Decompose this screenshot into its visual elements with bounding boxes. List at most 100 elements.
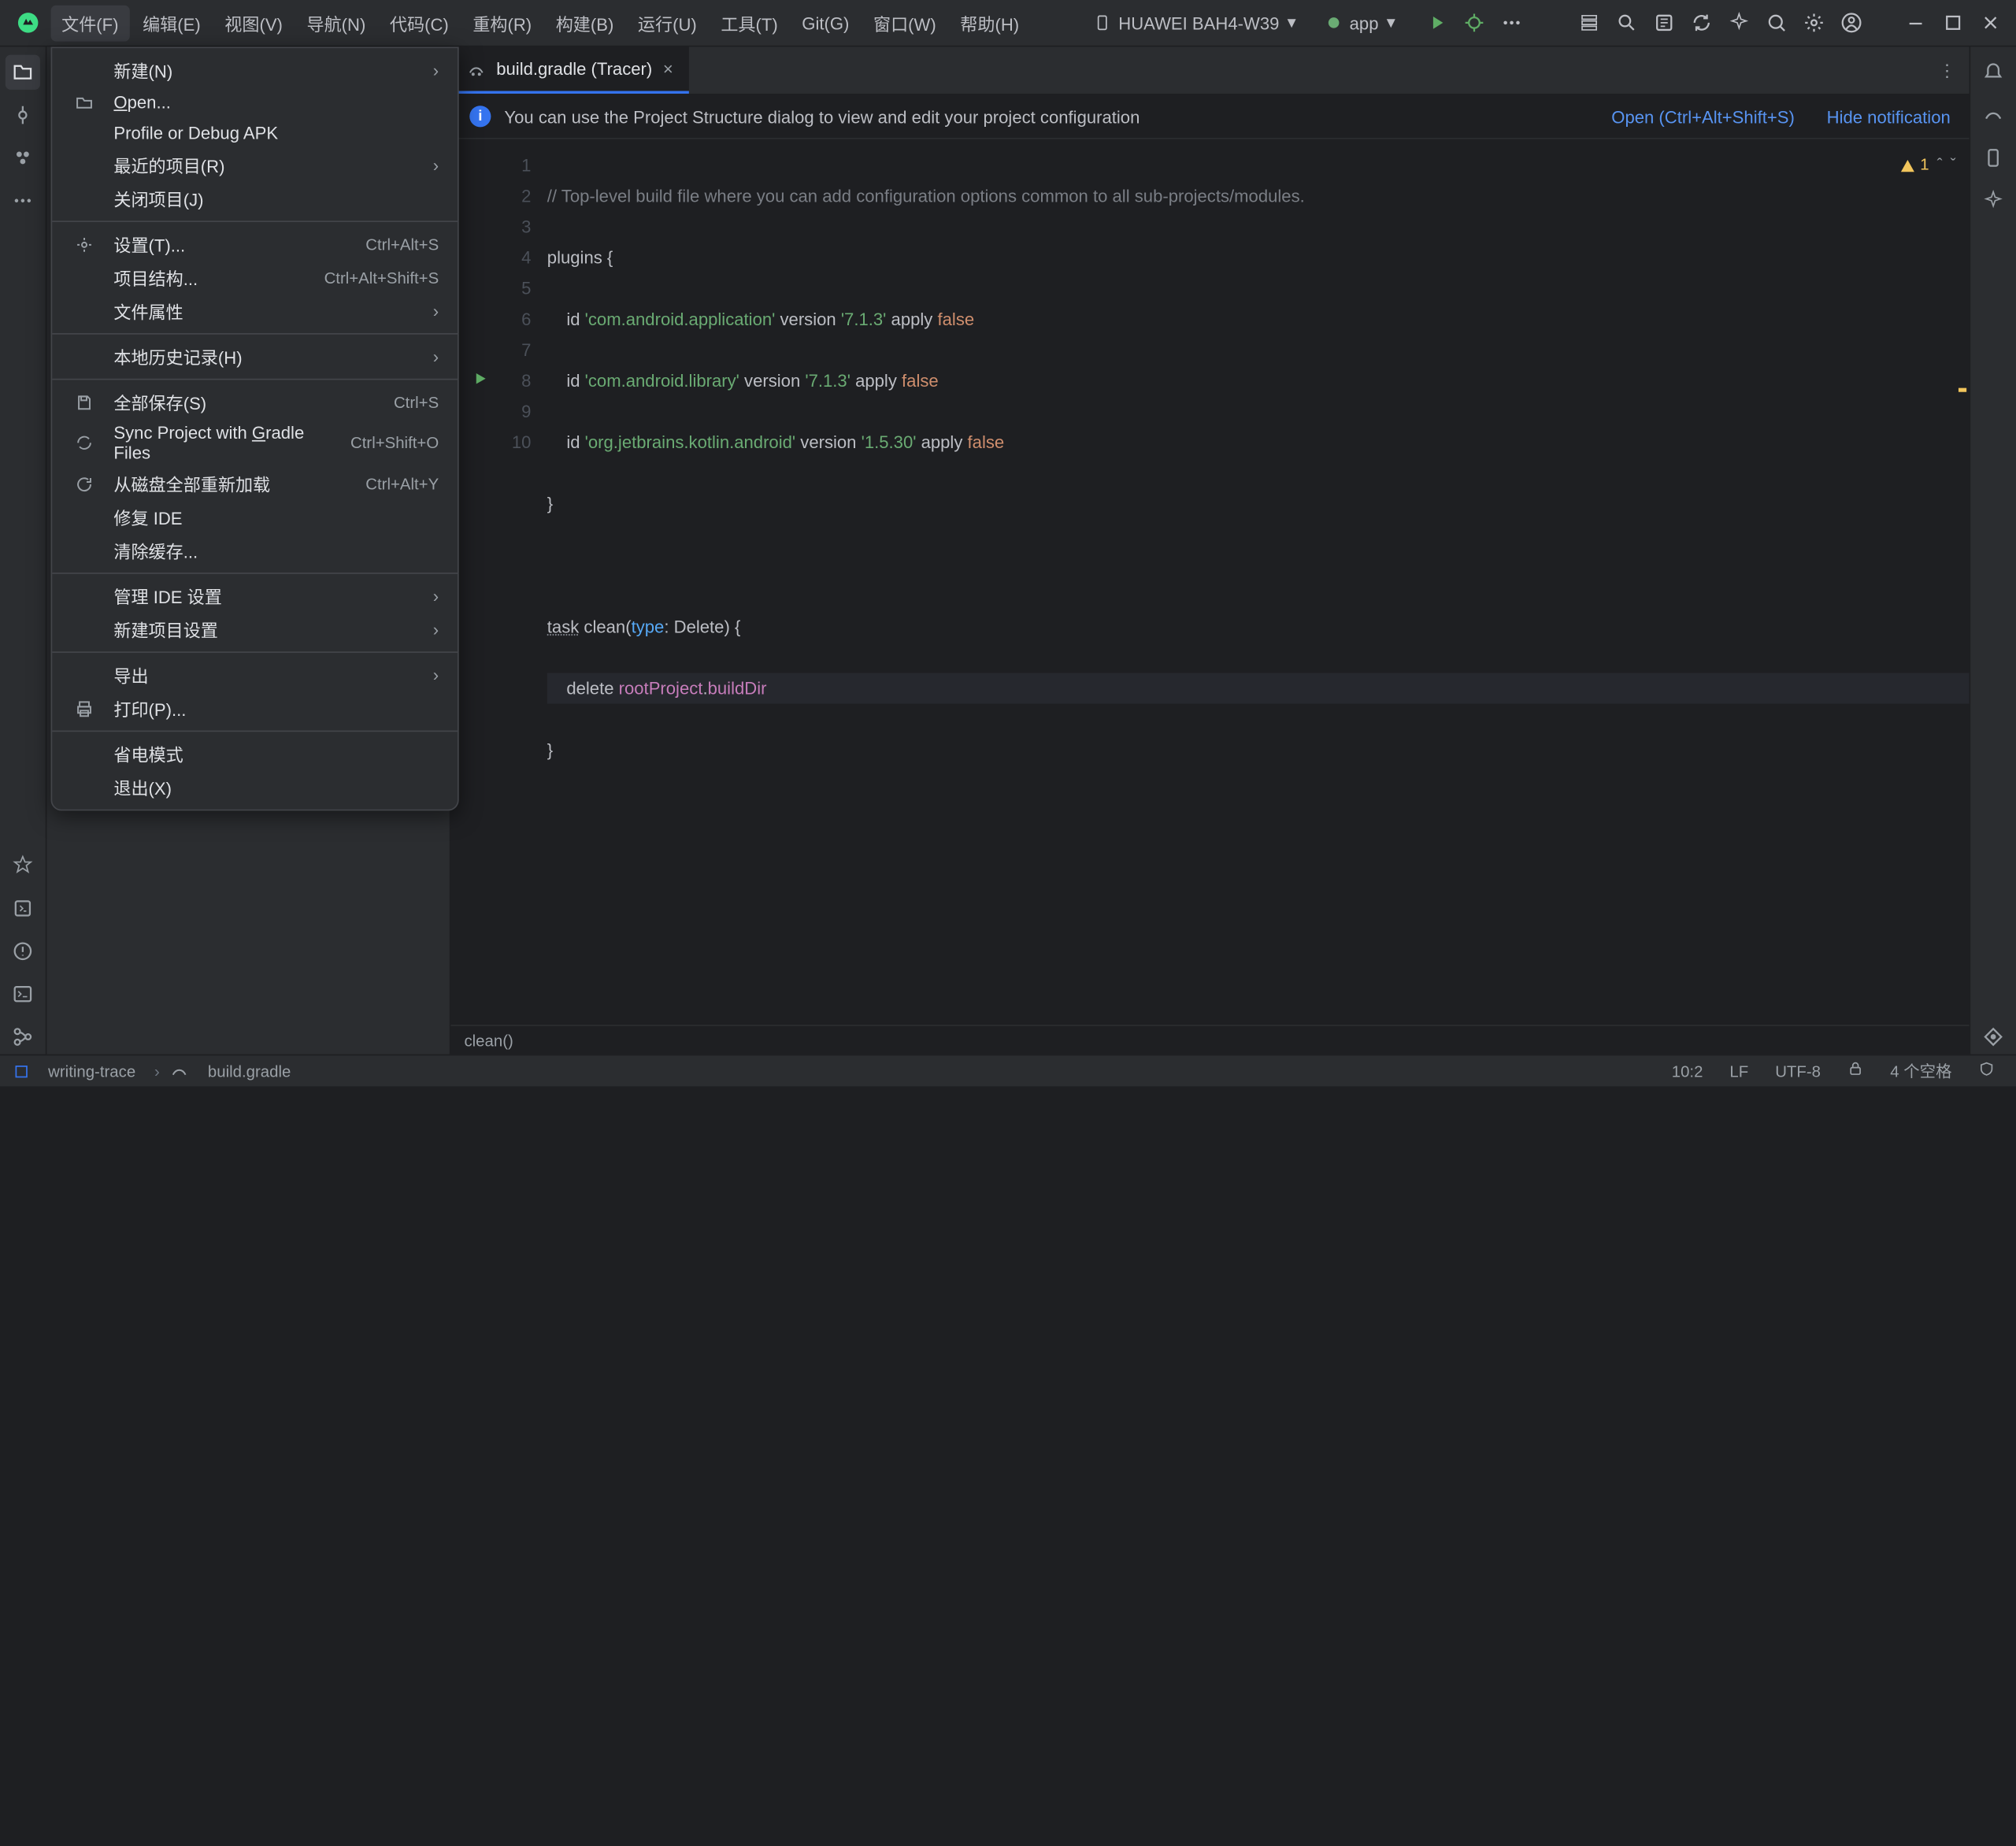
terminal-tool-button[interactable] — [6, 977, 40, 1011]
sb-line-sep[interactable]: LF — [1721, 1062, 1756, 1081]
sb-indent[interactable]: 4 个空格 — [1882, 1059, 1960, 1082]
updates-icon[interactable] — [1647, 6, 1681, 40]
menu-view[interactable]: 视图(V) — [214, 5, 294, 41]
device-manager-tool-button[interactable] — [1976, 140, 2010, 175]
sb-project[interactable]: writing-trace — [40, 1062, 143, 1081]
menu-repair-ide[interactable]: 修复 IDE — [52, 500, 458, 533]
menu-run[interactable]: 运行(U) — [627, 5, 707, 41]
menu-tools[interactable]: 工具(T) — [710, 5, 789, 41]
menu-print[interactable]: 打印(P)... — [52, 691, 458, 725]
debug-button[interactable] — [1457, 6, 1492, 40]
menu-file[interactable]: 文件(F) — [51, 5, 130, 41]
stripe-warning-mark[interactable] — [1959, 388, 1966, 392]
gear-icon[interactable] — [1796, 6, 1831, 40]
minimize-button[interactable] — [1899, 6, 1933, 40]
close-button[interactable] — [1973, 6, 2008, 40]
menu-recent-projects[interactable]: 最近的项目(R) › — [52, 149, 458, 182]
menu-navigate[interactable]: 导航(N) — [296, 5, 376, 41]
emulator-tool-button[interactable] — [1976, 1019, 2010, 1054]
menu-new[interactable]: 新建(N) › — [52, 54, 458, 87]
run-gutter-icon[interactable] — [472, 365, 488, 396]
gear-icon — [73, 233, 94, 254]
menu-new-project-settings[interactable]: 新建项目设置 › — [52, 613, 458, 646]
sb-readonly-icon[interactable] — [1840, 1061, 1872, 1081]
menu-build[interactable]: 构建(B) — [545, 5, 624, 41]
next-highlight-icon[interactable]: ˇ — [1951, 150, 1956, 180]
menu-close-project[interactable]: 关闭项目(J) — [52, 182, 458, 215]
search-everywhere-icon[interactable] — [1759, 6, 1794, 40]
menu-help[interactable]: 帮助(H) — [950, 5, 1030, 41]
account-icon[interactable] — [1834, 6, 1869, 40]
menu-invalidate-caches[interactable]: 清除缓存... — [52, 534, 458, 567]
vcs-tool-button[interactable] — [6, 1019, 40, 1054]
chevron-right-icon: › — [433, 665, 439, 684]
maximize-button[interactable] — [1936, 6, 1970, 40]
code-editor[interactable]: 12345678910 // Top-level build file wher… — [450, 139, 1969, 1025]
error-stripe[interactable] — [1956, 139, 1970, 1025]
more-run-icon[interactable] — [1494, 6, 1529, 40]
sync-icon[interactable] — [1684, 6, 1719, 40]
chevron-right-icon: › — [433, 155, 439, 175]
assistant-tool-button[interactable] — [1976, 183, 2010, 218]
menu-settings[interactable]: 设置(T)... Ctrl+Alt+S — [52, 228, 458, 261]
notifications-tool-button[interactable] — [1976, 55, 2010, 90]
banner-open-link[interactable]: Open (Ctrl+Alt+Shift+S) — [1611, 106, 1795, 126]
menu-exit[interactable]: 退出(X) — [52, 770, 458, 803]
chevron-right-icon: › — [433, 301, 439, 321]
chevron-right-icon: › — [433, 586, 439, 606]
project-tool-button[interactable] — [6, 55, 40, 90]
notification-banner: i You can use the Project Structure dial… — [450, 95, 1969, 139]
chevron-down-icon: ▾ — [1288, 12, 1296, 33]
tab-options-icon[interactable]: ⋮ — [1925, 46, 1969, 93]
menu-local-history[interactable]: 本地历史记录(H) › — [52, 339, 458, 373]
sb-position[interactable]: 10:2 — [1664, 1062, 1711, 1081]
run-config-selector[interactable]: app ▾ — [1312, 8, 1409, 37]
sync-icon — [73, 432, 94, 454]
device-selector[interactable]: HUAWEI BAH4-W39 ▾ — [1081, 8, 1310, 37]
sb-encoding[interactable]: UTF-8 — [1767, 1062, 1829, 1081]
breadcrumb[interactable]: clean() — [464, 1031, 513, 1050]
more-tool-button[interactable] — [6, 183, 40, 218]
menu-manage-ide-settings[interactable]: 管理 IDE 设置 › — [52, 580, 458, 613]
search-icon[interactable] — [1610, 6, 1644, 40]
build-tool-button[interactable] — [6, 891, 40, 925]
menu-edit[interactable]: 编辑(E) — [132, 5, 212, 41]
menu-window[interactable]: 窗口(W) — [862, 5, 947, 41]
problems-tool-button[interactable] — [6, 934, 40, 969]
menu-save-all[interactable]: 全部保存(S) Ctrl+S — [52, 385, 458, 418]
structure-tool-button[interactable] — [6, 140, 40, 175]
menu-sync-gradle[interactable]: Sync Project with Gradle Files Ctrl+Shif… — [52, 419, 458, 467]
menu-separator — [52, 731, 458, 732]
tab-build-gradle[interactable]: build.gradle (Tracer) × — [450, 46, 689, 93]
menu-separator — [52, 333, 458, 335]
menu-git[interactable]: Git(G) — [791, 7, 860, 38]
bookmarks-tool-button[interactable] — [6, 848, 40, 883]
gradle-tool-button[interactable] — [1976, 98, 2010, 132]
chevron-down-icon: ▾ — [1387, 12, 1395, 33]
chevron-right-icon: › — [433, 620, 439, 639]
menu-project-structure[interactable]: 项目结构... Ctrl+Alt+Shift+S — [52, 261, 458, 294]
run-button[interactable] — [1419, 6, 1454, 40]
warning-icon — [1900, 158, 1916, 173]
code-content[interactable]: // Top-level build file where you can ad… — [531, 139, 1969, 1025]
menu-reload-from-disk[interactable]: 从磁盘全部重新加载 Ctrl+Alt+Y — [52, 467, 458, 500]
device-name: HUAWEI BAH4-W39 — [1118, 13, 1279, 32]
menu-export[interactable]: 导出 › — [52, 658, 458, 691]
code-with-me-icon[interactable] — [1572, 6, 1606, 40]
warning-badge[interactable]: 1 — [1900, 150, 1929, 180]
menu-file-properties[interactable]: 文件属性 › — [52, 295, 458, 328]
menu-code[interactable]: 代码(C) — [379, 5, 459, 41]
menu-profile-apk[interactable]: Profile or Debug APK — [52, 117, 458, 148]
prev-highlight-icon[interactable]: ˆ — [1937, 150, 1943, 180]
banner-hide-link[interactable]: Hide notification — [1827, 106, 1951, 126]
menu-open[interactable]: Open... — [52, 87, 458, 117]
sb-shield-icon[interactable] — [1970, 1061, 2003, 1081]
commit-tool-button[interactable] — [6, 98, 40, 132]
menu-refactor[interactable]: 重构(R) — [462, 5, 543, 41]
chevron-right-icon: › — [154, 1062, 160, 1081]
menu-power-save[interactable]: 省电模式 — [52, 737, 458, 770]
module-icon — [13, 1063, 29, 1079]
sb-file[interactable]: build.gradle — [200, 1062, 299, 1081]
close-tab-icon[interactable]: × — [663, 59, 673, 79]
ai-icon[interactable] — [1721, 6, 1756, 40]
